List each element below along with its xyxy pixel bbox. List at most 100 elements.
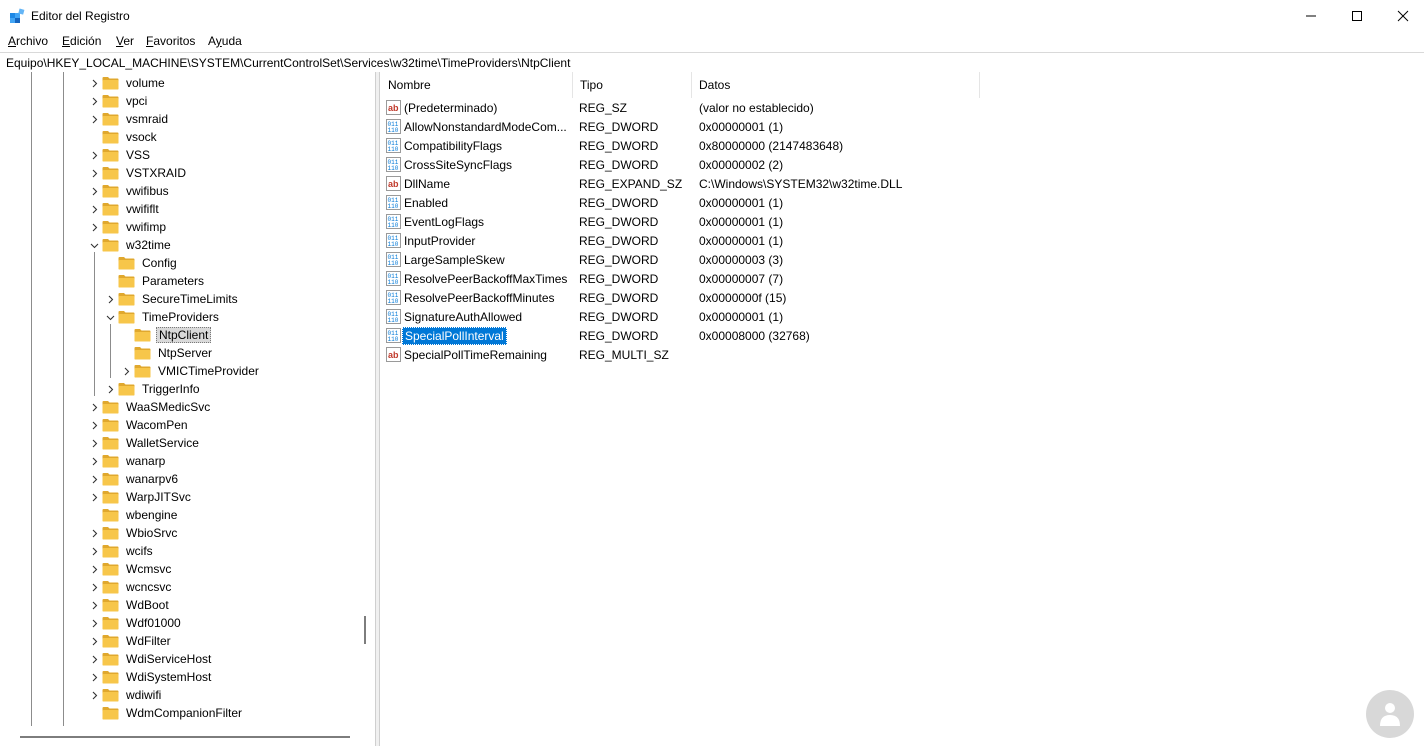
tree-item[interactable]: TimeProviders <box>105 308 221 326</box>
chevron-right-icon[interactable] <box>89 452 99 470</box>
chevron-right-icon[interactable] <box>89 200 99 218</box>
tree-item[interactable]: wbengine <box>89 506 179 524</box>
table-row[interactable]: 011 110 SpecialPollInterval REG_DWORD 0x0000… <box>384 326 1424 345</box>
chevron-right-icon[interactable] <box>89 542 99 560</box>
chevron-right-icon[interactable] <box>89 524 99 542</box>
tree-item[interactable]: WbioSrvc <box>89 524 179 542</box>
tree-item[interactable]: WalletService <box>89 434 201 452</box>
chevron-right-icon[interactable] <box>89 650 99 668</box>
menu-bar: Archivo Edición Ver Favoritos Ayuda <box>0 32 1426 52</box>
tree-item[interactable]: NtpClient <box>121 326 212 344</box>
chevron-right-icon[interactable] <box>105 290 115 308</box>
svg-text:ab: ab <box>388 179 399 189</box>
tree-item[interactable]: vwifibus <box>89 182 171 200</box>
table-row[interactable]: ab (Predeterminado) REG_SZ (valor no establ… <box>384 98 1424 117</box>
column-header-nombre[interactable]: Nombre <box>380 72 573 98</box>
tree-item[interactable]: VMICTimeProvider <box>121 362 261 380</box>
tree-item[interactable]: WdmCompanionFilter <box>89 704 244 722</box>
table-row[interactable]: 011 110 LargeSampleSkew REG_DWORD 0x00000003… <box>384 250 1424 269</box>
chevron-right-icon[interactable] <box>89 110 99 128</box>
address-bar[interactable]: Equipo\HKEY_LOCAL_MACHINE\SYSTEM\Current… <box>0 52 1424 73</box>
chevron-right-icon[interactable] <box>89 398 99 416</box>
tree-item[interactable]: WarpJITSvc <box>89 488 193 506</box>
tree-item[interactable]: wcncsvc <box>89 578 173 596</box>
chevron-right-icon[interactable] <box>89 614 99 632</box>
tree-item[interactable]: w32time <box>89 236 173 254</box>
tree-horizontal-scrollbar[interactable] <box>20 736 350 738</box>
column-header-datos[interactable]: Datos <box>691 72 980 98</box>
tree-item[interactable]: Wdf01000 <box>89 614 183 632</box>
tree-item[interactable]: vwififlt <box>89 200 161 218</box>
chevron-down-icon[interactable] <box>89 236 99 254</box>
table-row[interactable]: 011 110 InputProvider REG_DWORD 0x00000001 (… <box>384 231 1424 250</box>
tree-item[interactable]: Config <box>105 254 179 272</box>
chevron-right-icon[interactable] <box>89 146 99 164</box>
tree-vertical-scrollbar[interactable] <box>364 616 366 644</box>
table-row[interactable]: 011 110 AllowNonstandardModeCom... REG_DWOR… <box>384 117 1424 136</box>
chevron-down-icon[interactable] <box>105 308 115 326</box>
tree-item[interactable]: SecureTimeLimits <box>105 290 240 308</box>
tree-item[interactable]: WaaSMedicSvc <box>89 398 212 416</box>
chevron-right-icon[interactable] <box>121 362 131 380</box>
chevron-right-icon[interactable] <box>89 182 99 200</box>
tree-item[interactable]: wcifs <box>89 542 155 560</box>
tree-item[interactable]: VSTXRAID <box>89 164 188 182</box>
menu-archivo[interactable]: Archivo <box>8 34 48 48</box>
table-row[interactable]: 011 110 CompatibilityFlags REG_DWORD 0x80000… <box>384 136 1424 155</box>
tree-item[interactable]: TriggerInfo <box>105 380 202 398</box>
close-button[interactable] <box>1380 0 1426 32</box>
chevron-right-icon[interactable] <box>89 578 99 596</box>
tree-item[interactable]: wdiwifi <box>89 686 163 704</box>
folder-icon <box>102 238 119 252</box>
chevron-right-icon[interactable] <box>89 74 99 92</box>
chevron-right-icon[interactable] <box>89 668 99 686</box>
folder-icon <box>134 364 151 378</box>
table-row[interactable]: 011 110 ResolvePeerBackoffMaxTimes REG_DWOR… <box>384 269 1424 288</box>
tree-item[interactable]: VSS <box>89 146 152 164</box>
table-row[interactable]: 011 110 EventLogFlags REG_DWORD 0x00000001 (… <box>384 212 1424 231</box>
table-row[interactable]: 011 110 SignatureAuthAllowed REG_DWORD 0x000… <box>384 307 1424 326</box>
menu-favoritos[interactable]: Favoritos <box>146 34 195 48</box>
table-row[interactable]: 011 110 ResolvePeerBackoffMinutes REG_DWORD… <box>384 288 1424 307</box>
tree-item[interactable]: vpci <box>89 92 149 110</box>
chevron-right-icon[interactable] <box>89 560 99 578</box>
tree-item[interactable]: WdBoot <box>89 596 171 614</box>
table-row[interactable]: 011 110 Enabled REG_DWORD 0x00000001 (1) <box>384 193 1424 212</box>
tree-item[interactable]: Wcmsvc <box>89 560 173 578</box>
table-row[interactable]: ab DllName REG_EXPAND_SZ C:\Windows\SYSTEM3… <box>384 174 1424 193</box>
registry-values-list[interactable]: Nombre Tipo Datos ab (Predeterminado) REG_… <box>379 72 1426 746</box>
minimize-button[interactable] <box>1288 0 1334 32</box>
tree-item[interactable]: vsmraid <box>89 110 170 128</box>
column-header-tipo[interactable]: Tipo <box>572 72 692 98</box>
tree-item[interactable]: WacomPen <box>89 416 190 434</box>
tree-item[interactable]: vwifimp <box>89 218 168 236</box>
tree-item[interactable]: WdiServiceHost <box>89 650 213 668</box>
menu-ver[interactable]: Ver <box>116 34 134 48</box>
chevron-right-icon[interactable] <box>89 596 99 614</box>
tree-item[interactable]: wanarp <box>89 452 167 470</box>
chevron-right-icon[interactable] <box>89 632 99 650</box>
menu-ayuda[interactable]: Ayuda <box>208 34 242 48</box>
menu-edicion[interactable]: Edición <box>62 34 101 48</box>
chevron-right-icon[interactable] <box>105 380 115 398</box>
tree-item[interactable]: volume <box>89 74 167 92</box>
tree-item[interactable]: wanarpv6 <box>89 470 180 488</box>
registry-key-tree[interactable]: volume vpci vsmraid vsock VSS VSTXRAID vwifibu… <box>0 72 376 746</box>
chevron-right-icon[interactable] <box>89 470 99 488</box>
chevron-right-icon[interactable] <box>89 92 99 110</box>
tree-item[interactable]: WdiSystemHost <box>89 668 213 686</box>
svg-text:110: 110 <box>388 298 399 305</box>
tree-item[interactable]: WdFilter <box>89 632 173 650</box>
maximize-button[interactable] <box>1334 0 1380 32</box>
tree-item[interactable]: Parameters <box>105 272 206 290</box>
chevron-right-icon[interactable] <box>89 164 99 182</box>
table-row[interactable]: 011 110 CrossSiteSyncFlags REG_DWORD 0x00000… <box>384 155 1424 174</box>
chevron-right-icon[interactable] <box>89 218 99 236</box>
chevron-right-icon[interactable] <box>89 434 99 452</box>
tree-item[interactable]: vsock <box>89 128 159 146</box>
chevron-right-icon[interactable] <box>89 416 99 434</box>
table-row[interactable]: ab SpecialPollTimeRemaining REG_MULTI_SZ <box>384 345 1424 364</box>
chevron-right-icon[interactable] <box>89 488 99 506</box>
chevron-right-icon[interactable] <box>89 686 99 704</box>
tree-item[interactable]: NtpServer <box>121 344 214 362</box>
